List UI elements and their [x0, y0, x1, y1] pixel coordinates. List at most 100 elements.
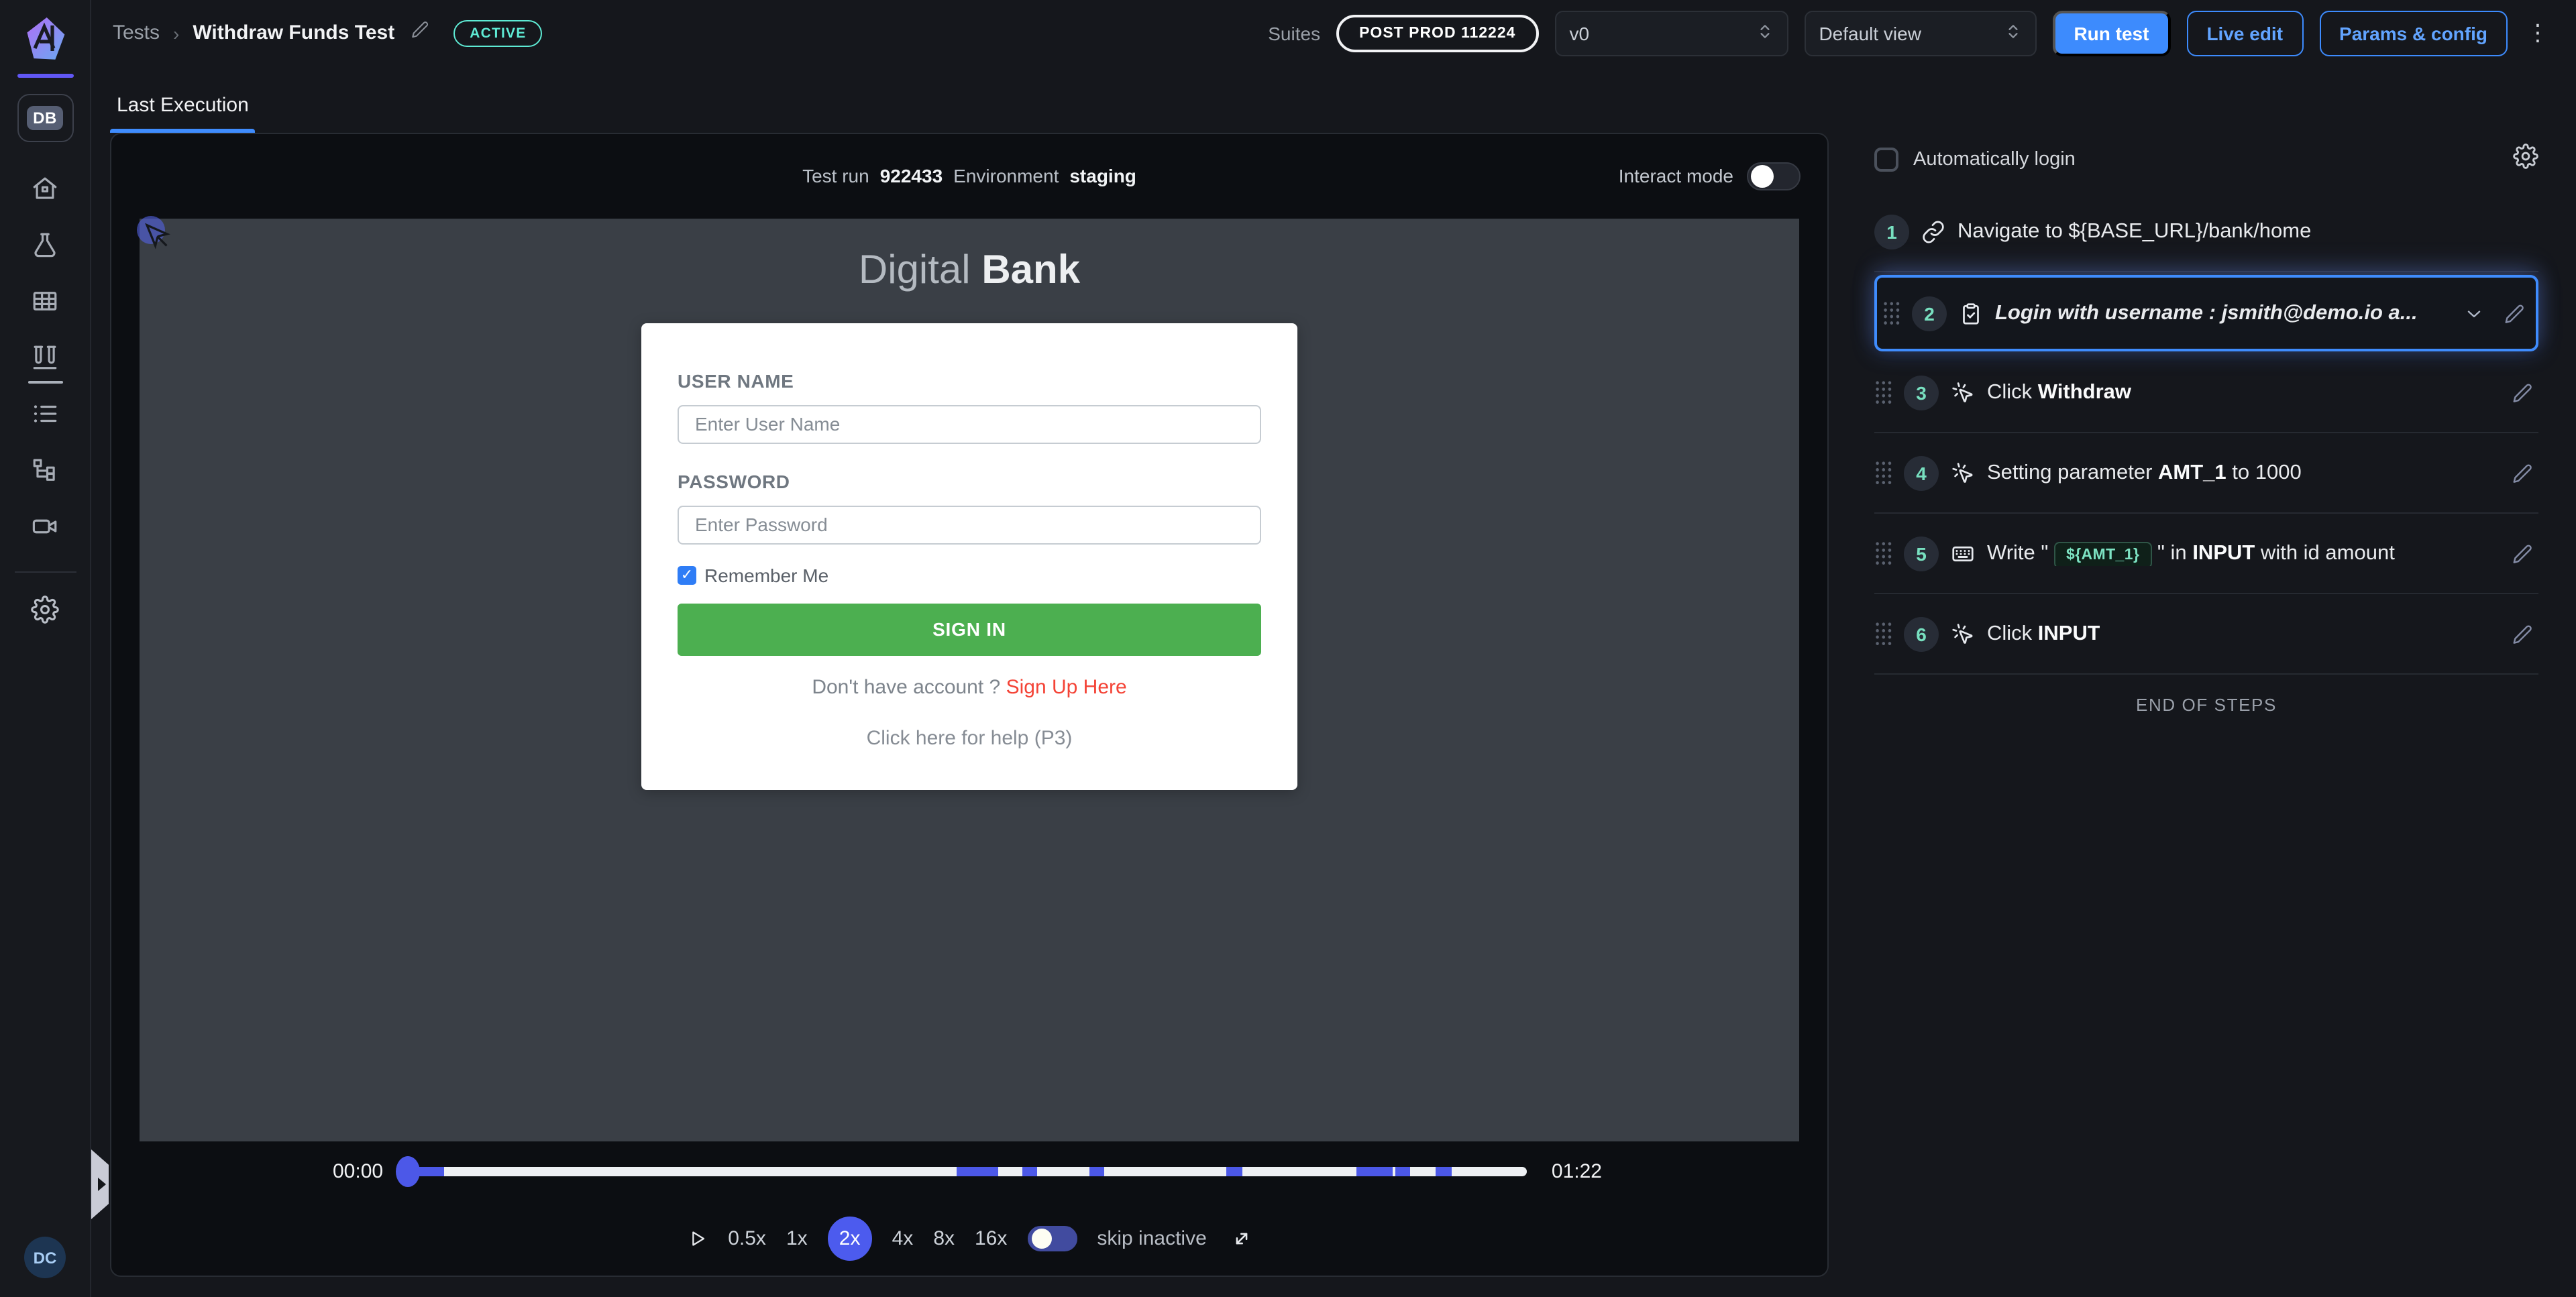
speed-4x[interactable]: 4x: [892, 1227, 914, 1249]
list-icon: [31, 400, 59, 435]
password-input[interactable]: [678, 506, 1261, 545]
skip-inactive-toggle[interactable]: [1027, 1225, 1077, 1251]
remember-me-checkbox[interactable]: ✓: [678, 566, 696, 585]
sidebar-item-flask[interactable]: [22, 233, 68, 263]
drag-handle-icon[interactable]: [1874, 621, 1892, 646]
logo-divider: [17, 74, 73, 78]
player-header: Test run 922433 Environment staging Inte…: [111, 134, 1827, 219]
clipboard-check-icon: [1959, 301, 1983, 325]
step-description: Click INPUT: [1987, 622, 2100, 646]
step-row-2[interactable]: 2 Login with username : jsmith@demo.io a.…: [1874, 275, 2538, 351]
rename-test-icon[interactable]: [411, 20, 429, 46]
play-button[interactable]: [685, 1227, 708, 1249]
username-label: USER NAME: [678, 370, 1261, 392]
sidebar-nav: [22, 177, 68, 545]
username-input[interactable]: [678, 405, 1261, 444]
no-account-text: Don't have account ?: [812, 676, 1000, 699]
step-description: Click Withdraw: [1987, 380, 2131, 404]
user-avatar[interactable]: DC: [24, 1237, 66, 1278]
help-link[interactable]: Click here for help (P3): [678, 727, 1261, 750]
sidebar-item-home[interactable]: [22, 177, 68, 207]
select-updown-icon: [2004, 22, 2021, 44]
speed-2x[interactable]: 2x: [828, 1216, 872, 1260]
step-row-1[interactable]: 1 Navigate to ${BASE_URL}/bank/home: [1874, 192, 2538, 272]
suites-label: Suites: [1268, 22, 1320, 44]
live-edit-button[interactable]: Live edit: [2186, 10, 2303, 56]
tab-last-execution[interactable]: Last Execution: [110, 94, 256, 133]
parameter-chip: ${AMT_1}: [2054, 541, 2151, 565]
timeline-track[interactable]: [407, 1166, 1527, 1176]
timeline-activity-segment: [957, 1166, 998, 1176]
interact-mode-toggle[interactable]: [1747, 162, 1801, 190]
page-title: Withdraw Funds Test: [193, 21, 394, 44]
step-number: 6: [1904, 616, 1939, 651]
status-badge: ACTIVE: [453, 19, 542, 46]
step-number: 2: [1912, 296, 1947, 331]
app-logo-icon[interactable]: [22, 16, 68, 62]
steps-panel-header: Automatically login: [1874, 144, 2538, 176]
sidebar-item-list[interactable]: [22, 402, 68, 432]
fullscreen-icon[interactable]: [1231, 1227, 1254, 1249]
speed-8x[interactable]: 8x: [933, 1227, 955, 1249]
breadcrumb-tests[interactable]: Tests: [113, 21, 160, 44]
pencil-icon[interactable]: [2504, 302, 2525, 324]
step-row-5[interactable]: 5Write " ${AMT_1} " in INPUT with id amo…: [1874, 514, 2538, 594]
step-description: Setting parameter AMT_1 to 1000: [1987, 461, 2302, 485]
project-switcher[interactable]: DB: [17, 94, 73, 142]
link-icon: [1921, 219, 1945, 243]
step-row-4[interactable]: 4 Setting parameter AMT_1 to 1000: [1874, 433, 2538, 514]
app-root: DB DC Tests › Withdraw Funds Test ACTIVE…: [0, 0, 2576, 1297]
suite-pill[interactable]: POST PROD 112224: [1336, 14, 1538, 52]
step-number: 4: [1904, 455, 1939, 490]
timeline-activity-segment: [1226, 1166, 1242, 1176]
sign-up-link[interactable]: Sign Up Here: [1006, 676, 1127, 699]
drag-handle-icon[interactable]: [1882, 300, 1900, 326]
timeline-activity-segment: [1436, 1166, 1451, 1176]
settings-nav-item[interactable]: [22, 594, 68, 624]
pencil-icon[interactable]: [2512, 623, 2533, 644]
sidebar-item-tree[interactable]: [22, 459, 68, 488]
drag-handle-icon[interactable]: [1874, 380, 1892, 405]
drag-handle-icon[interactable]: [1874, 541, 1892, 566]
sidebar-divider: [14, 571, 76, 573]
chevron-down-icon[interactable]: [2463, 302, 2485, 324]
run-test-button[interactable]: Run test: [2052, 10, 2170, 56]
timeline-activity-segment: [1089, 1166, 1104, 1176]
step-row-3[interactable]: 3Click Withdraw: [1874, 353, 2538, 433]
steps-list: 1 Navigate to ${BASE_URL}/bank/home 2 Login…: [1874, 192, 2538, 675]
cursor-click-icon: [1951, 461, 1975, 485]
pencil-icon[interactable]: [2512, 462, 2533, 484]
auto-login-checkbox[interactable]: [1874, 148, 1898, 172]
select-updown-icon: [1756, 22, 1773, 44]
step-number: 1: [1874, 214, 1909, 249]
tab-row: Last Execution: [110, 66, 1829, 133]
pencil-icon[interactable]: [2512, 382, 2533, 403]
drag-handle-icon[interactable]: [1874, 460, 1892, 486]
view-select[interactable]: Default view: [1804, 10, 2036, 56]
sidebar-item-test-tubes[interactable]: [22, 346, 68, 376]
video-frame[interactable]: Digital Bank USER NAME PASSWORD ✓ Rememb…: [140, 219, 1799, 1141]
view-select-value: Default view: [1819, 22, 1921, 44]
end-of-steps-label: END OF STEPS: [1874, 675, 2538, 735]
timeline-row: 00:00 01:22: [111, 1141, 1827, 1200]
time-current: 00:00: [333, 1160, 383, 1182]
version-select[interactable]: v0: [1554, 10, 1788, 56]
params-config-button[interactable]: Params & config: [2319, 10, 2508, 56]
sidebar-item-video-camera[interactable]: [22, 515, 68, 545]
timeline-knob[interactable]: [395, 1155, 419, 1186]
sidebar-item-table[interactable]: [22, 290, 68, 319]
step-row-6[interactable]: 6 Click INPUT: [1874, 594, 2538, 675]
test-tubes-icon: [31, 343, 59, 378]
speed-16x[interactable]: 16x: [975, 1227, 1007, 1249]
login-card: USER NAME PASSWORD ✓ Remember Me SIGN IN…: [641, 323, 1297, 790]
pencil-icon[interactable]: [2512, 543, 2533, 564]
speed-1x[interactable]: 1x: [786, 1227, 808, 1249]
steps-settings-icon[interactable]: [2513, 144, 2538, 176]
sign-in-button[interactable]: SIGN IN: [678, 604, 1261, 656]
step-description: Login with username : jsmith@demo.io a..…: [1995, 301, 2418, 325]
signup-line: Don't have account ? Sign Up Here: [678, 676, 1261, 699]
speed-0.5x[interactable]: 0.5x: [728, 1227, 766, 1249]
more-menu-icon[interactable]: ⋮: [2524, 21, 2552, 44]
step-description: Navigate to ${BASE_URL}/bank/home: [1957, 219, 2311, 243]
time-total: 01:22: [1552, 1160, 1602, 1182]
